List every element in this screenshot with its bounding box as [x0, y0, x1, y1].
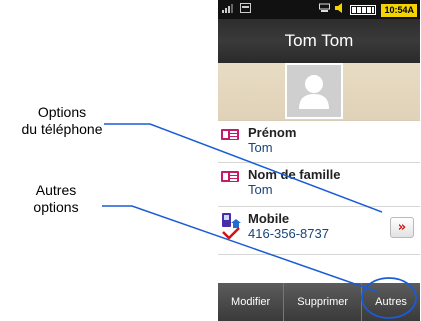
callout-autres-options: Autres options [8, 182, 104, 216]
callout-line-1: Autres [35, 182, 77, 198]
callout-line-2: du téléphone [21, 121, 103, 137]
person-silhouette-icon [299, 75, 329, 109]
network-icon [240, 2, 251, 17]
modifier-button[interactable]: Modifier [218, 283, 285, 321]
contact-photo-placeholder[interactable] [285, 63, 343, 119]
last-name-card-icon [221, 171, 239, 182]
double-chevron-icon: » [397, 220, 407, 235]
field-label: Prénom [248, 125, 297, 140]
clock: 10:54A [381, 3, 417, 17]
field-first-name[interactable]: Prénom Tom [218, 121, 420, 163]
callout-options-du-telephone: Options du téléphone [6, 104, 118, 138]
first-name-card-icon [221, 129, 239, 140]
photo-area [218, 63, 420, 121]
status-bar: 10:54A [218, 0, 420, 19]
battery-icon [350, 5, 377, 15]
bottom-action-bar: Modifier Supprimer Autres [218, 283, 420, 321]
field-label: Nom de famille [248, 167, 341, 182]
headset-icon [319, 3, 331, 17]
mobile-phone-icon [221, 213, 241, 244]
phone-options-button[interactable]: » [390, 217, 414, 238]
field-label: Mobile [248, 211, 290, 226]
volume-icon [335, 3, 345, 17]
contact-title: Tom Tom [218, 19, 420, 63]
field-value: 416-356-8737 [248, 226, 329, 241]
field-last-name[interactable]: Nom de famille Tom [218, 163, 420, 207]
callout-line-1: Options [37, 104, 87, 120]
signal-icon [222, 3, 234, 17]
field-value: Tom [248, 182, 273, 197]
phone-screen: 10:54A Tom Tom Prénom Tom Nom de famille… [218, 0, 420, 321]
autres-button[interactable]: Autres [362, 283, 420, 321]
supprimer-button[interactable]: Supprimer [284, 283, 363, 321]
field-mobile[interactable]: Mobile 416-356-8737 » [218, 207, 420, 255]
callout-line-2: options [33, 199, 79, 215]
field-value: Tom [248, 140, 273, 155]
